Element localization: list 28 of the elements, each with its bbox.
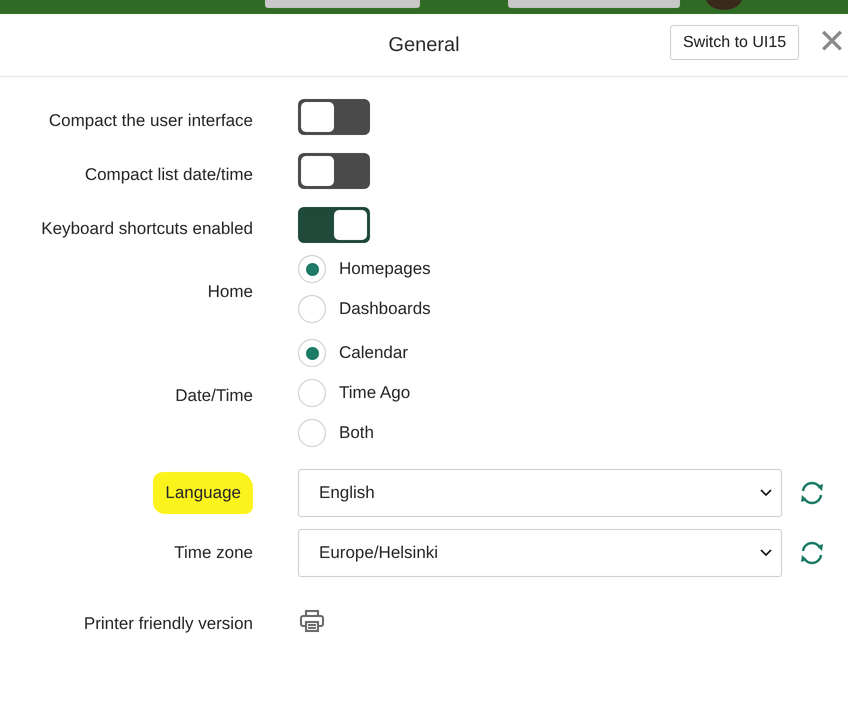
radio-button[interactable] xyxy=(298,339,326,367)
radio-button[interactable] xyxy=(298,419,326,447)
radio-label: Calendar xyxy=(339,343,408,363)
setting-label: Compact list date/time xyxy=(84,164,253,186)
chevron-down-icon xyxy=(759,488,773,498)
dropdown-field[interactable]: Europe/Helsinki xyxy=(298,529,782,577)
toggle-switch[interactable] xyxy=(298,153,370,189)
setting-label: Date/Time xyxy=(175,385,253,407)
toggle-switch[interactable] xyxy=(298,99,370,135)
radio-button[interactable] xyxy=(298,255,326,283)
setting-label: Home xyxy=(208,281,253,303)
radio-label: Dashboards xyxy=(339,299,431,319)
printer-icon[interactable] xyxy=(298,609,326,633)
chevron-down-icon xyxy=(759,548,773,558)
setting-label: Keyboard shortcuts enabled xyxy=(41,218,253,240)
dropdown-field[interactable]: English xyxy=(298,469,782,517)
setting-label: Language xyxy=(153,472,253,514)
radio-button[interactable] xyxy=(298,379,326,407)
toggle-switch[interactable] xyxy=(298,207,370,243)
radio-button[interactable] xyxy=(298,295,326,323)
setting-label: Time zone xyxy=(174,542,253,564)
panel-title: General xyxy=(388,34,460,56)
radio-label: Homepages xyxy=(339,259,431,279)
radio-label: Both xyxy=(339,423,374,443)
radio-label: Time Ago xyxy=(339,383,410,403)
setting-label: Compact the user interface xyxy=(48,110,253,132)
setting-label: Printer friendly version xyxy=(84,613,253,635)
switch-ui-button[interactable]: Switch to UI15 xyxy=(670,25,800,60)
